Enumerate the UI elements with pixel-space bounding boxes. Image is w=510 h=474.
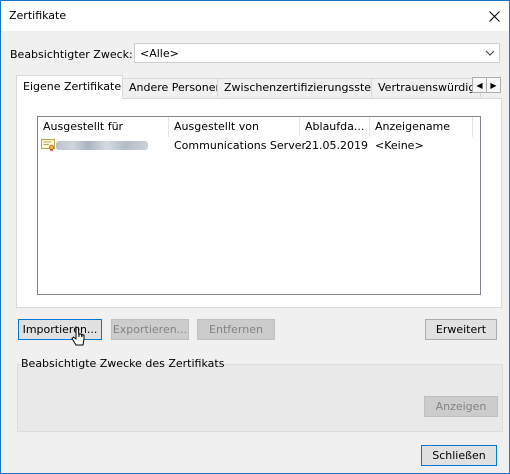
certificate-list[interactable]: Ausgestellt für Ausgestellt von Ablaufda… xyxy=(37,116,481,295)
issued-by-cell: Communications Server xyxy=(174,139,306,152)
column-header-expiry[interactable]: Ablaufda... xyxy=(300,117,370,137)
tab-intermediate-cas[interactable]: Zwischenzertifizierungsstellen xyxy=(217,78,391,97)
column-header-display-name[interactable]: Anzeigename xyxy=(370,117,473,137)
close-window-button[interactable] xyxy=(479,1,509,31)
arrow-left-icon: ◀ xyxy=(476,80,483,90)
advanced-button[interactable]: Erweitert xyxy=(425,319,497,340)
intended-purposes-group: Anzeigen xyxy=(17,364,503,432)
arrow-right-icon: ▶ xyxy=(490,80,497,90)
certificate-icon xyxy=(41,139,55,152)
tab-scroll-left-button[interactable]: ◀ xyxy=(472,77,487,93)
tab-own-certificates[interactable]: Eigene Zertifikate xyxy=(16,75,123,99)
tab-panel: Ausgestellt für Ausgestellt von Ablaufda… xyxy=(16,98,502,308)
certificates-dialog: Zertifikate Beabsichtigter Zweck: <Alle>… xyxy=(0,0,510,474)
tab-label: Eigene Zertifikate xyxy=(23,80,122,93)
display-name-cell: <Keine> xyxy=(375,139,424,152)
intended-purpose-select[interactable]: <Alle> xyxy=(134,43,500,63)
issued-to-redacted xyxy=(56,141,148,150)
tab-label: Andere Personen xyxy=(129,81,223,94)
chevron-down-icon xyxy=(485,50,495,56)
intended-purpose-value: <Alle> xyxy=(140,47,179,60)
export-button[interactable]: Exportieren... xyxy=(111,319,189,340)
remove-button[interactable]: Entfernen xyxy=(197,319,275,340)
tab-label: Zwischenzertifizierungsstellen xyxy=(224,81,391,94)
title-bar: Zertifikate xyxy=(1,1,509,31)
column-header-issued-to[interactable]: Ausgestellt für xyxy=(38,117,169,137)
window-title: Zertifikate xyxy=(9,9,67,22)
mouse-pointer-icon xyxy=(71,326,85,346)
tab-other-people[interactable]: Andere Personen xyxy=(122,78,223,97)
column-header-issued-by[interactable]: Ausgestellt von xyxy=(169,117,300,137)
tab-label: Vertrauenswürdige S xyxy=(378,81,481,94)
expiry-cell: 21.05.2019 xyxy=(305,139,368,152)
table-row[interactable]: Communications Server 21.05.2019 <Keine> xyxy=(38,137,480,155)
close-icon xyxy=(488,10,500,22)
tab-trusted-root-cas[interactable]: Vertrauenswürdige S xyxy=(371,78,481,97)
import-button[interactable]: Importieren... xyxy=(18,319,102,340)
close-button[interactable]: Schließen xyxy=(421,445,497,466)
tab-scroll-right-button[interactable]: ▶ xyxy=(486,77,501,93)
intended-purposes-label: Beabsichtigte Zwecke des Zertifikats xyxy=(21,357,225,370)
view-button[interactable]: Anzeigen xyxy=(424,396,498,417)
intended-purpose-label: Beabsichtigter Zweck: xyxy=(10,48,133,61)
tab-strip: Eigene Zertifikate Andere Personen Zwisc… xyxy=(16,75,502,99)
